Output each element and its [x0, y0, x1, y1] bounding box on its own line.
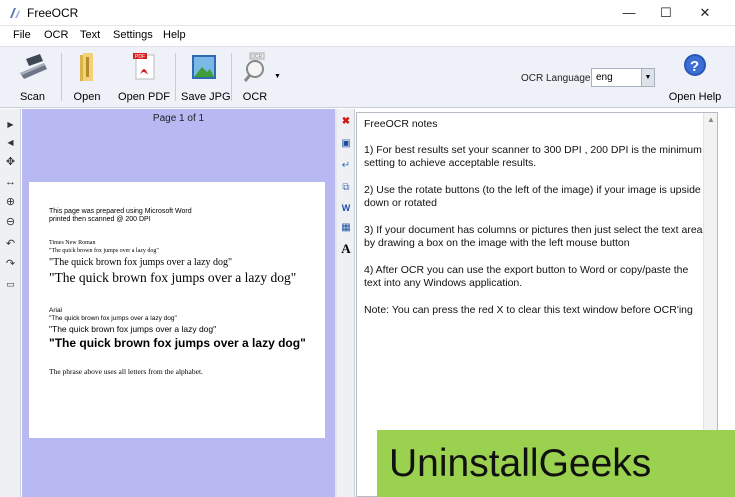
save-text-icon[interactable]: ▣ [339, 137, 353, 151]
doc-line: Arial [49, 307, 63, 314]
menu-ocr[interactable]: OCR [44, 29, 68, 41]
save-jpg-label: Save JPG [181, 91, 231, 103]
svg-text:?: ? [690, 58, 699, 75]
export-table-icon[interactable]: ▦ [339, 221, 353, 235]
menu-text[interactable]: Text [80, 29, 100, 41]
toolbar-divider [231, 53, 232, 101]
scroll-up-icon[interactable]: ▲ [704, 115, 718, 124]
menu-settings[interactable]: Settings [113, 29, 153, 41]
doc-line: "The quick brown fox jumps over a lazy d… [49, 315, 177, 322]
pdf-icon: PDF [133, 53, 155, 80]
select-area-icon[interactable]: ▭ [3, 277, 18, 292]
scanned-document[interactable]: This page was prepared using Microsoft W… [29, 182, 325, 438]
ocr-language-label: OCR Language: [521, 73, 594, 84]
toolbar: Scan Open PDF Open PDF Save JPG OCR OCR … [0, 46, 735, 108]
image-tools-panel: ▶ ◀ ✥ ↔ ⊕ ⊖ ↶ ↷ ▭ [0, 109, 21, 497]
ocr-language-select[interactable]: eng ▼ [591, 68, 655, 87]
open-pdf-button[interactable]: PDF Open PDF [118, 49, 170, 105]
help-icon: ? [684, 54, 706, 76]
open-label: Open [73, 91, 101, 103]
folder-icon [80, 53, 93, 81]
scan-button[interactable]: Scan [10, 49, 55, 105]
previous-page-icon[interactable]: ◀ [3, 135, 18, 150]
menu-bar: File OCR Text Settings Help [0, 26, 735, 46]
doc-line: Times New Roman [49, 240, 96, 246]
zoom-in-icon[interactable]: ⊕ [3, 195, 18, 210]
open-button[interactable]: Open [67, 49, 107, 105]
text-paragraph: Note: You can press the red X to clear t… [364, 304, 693, 316]
scanner-icon [19, 54, 47, 79]
page-label: Page 1 of 1 [152, 113, 205, 124]
ocr-label: OCR [242, 91, 268, 103]
next-page-icon[interactable]: ▶ [3, 117, 18, 132]
svg-text:PDF: PDF [135, 54, 145, 60]
image-pane[interactable]: Page 1 of 1 This page was prepared using… [22, 109, 335, 497]
minimize-button[interactable]: — [611, 0, 647, 26]
copy-icon[interactable]: ⧉ [339, 181, 353, 195]
text-paragraph: 4) After OCR you can use the export butt… [364, 264, 689, 289]
clear-text-icon[interactable]: ✖ [339, 115, 353, 129]
text-paragraph: 1) For best results set your scanner to … [364, 144, 702, 169]
ocr-language-value: eng [596, 72, 613, 83]
chevron-down-icon: ▼ [641, 69, 654, 86]
text-heading: FreeOCR notes [364, 118, 438, 130]
move-icon[interactable]: ✥ [3, 155, 18, 170]
fit-width-icon[interactable]: ↔ [3, 175, 18, 190]
insert-return-icon[interactable]: ↵ [339, 159, 353, 173]
close-button[interactable]: ✕ [687, 0, 723, 26]
ocr-magnifier-icon: OCR [243, 52, 265, 82]
doc-line: "The quick brown fox jumps over a lazy d… [49, 270, 297, 285]
doc-line: This page was prepared using Microsoft W… [49, 208, 192, 215]
toolbar-divider [61, 53, 62, 101]
menu-help[interactable]: Help [163, 29, 186, 41]
doc-line: "The quick brown fox jumps over a lazy d… [49, 336, 306, 350]
font-icon[interactable]: A [339, 242, 353, 256]
open-pdf-label: Open PDF [118, 91, 170, 103]
doc-line: "The quick brown fox jumps over a lazy d… [49, 257, 233, 268]
doc-line: The phrase above uses all letters from t… [49, 367, 203, 376]
title-bar: FreeOCR — ☐ ✕ [0, 0, 735, 26]
rotate-right-icon[interactable]: ↷ [3, 257, 18, 272]
maximize-button[interactable]: ☐ [648, 0, 684, 26]
doc-line: "The quick brown fox jumps over a lazy d… [49, 324, 217, 334]
freeocr-app-icon [10, 8, 20, 18]
ocr-dropdown-arrow-icon[interactable]: ▼ [274, 73, 281, 80]
text-tools-panel: ✖ ▣ ↵ ⧉ W ▦ A [337, 109, 355, 497]
toolbar-divider [175, 53, 176, 101]
svg-text:OCR: OCR [251, 54, 263, 60]
window-title: FreeOCR [27, 6, 79, 20]
export-word-icon[interactable]: W [339, 201, 353, 215]
open-help-button[interactable]: ? Open Help [666, 49, 724, 105]
save-jpg-button[interactable]: Save JPG [181, 49, 231, 105]
image-icon [192, 55, 216, 79]
doc-line: printed then scanned @ 200 DPI [49, 216, 151, 223]
text-paragraph: 3) If your document has columns or pictu… [364, 224, 703, 249]
rotate-left-icon[interactable]: ↶ [3, 237, 18, 252]
zoom-out-icon[interactable]: ⊖ [3, 215, 18, 230]
ocr-button[interactable]: OCR OCR [236, 49, 274, 105]
open-help-label: Open Help [668, 91, 722, 103]
watermark-banner: UninstallGeeks [377, 430, 735, 497]
text-paragraph: 2) Use the rotate buttons (to the left o… [364, 184, 701, 209]
scan-label: Scan [19, 91, 46, 103]
menu-file[interactable]: File [13, 29, 31, 41]
doc-line: "The quick brown fox jumps over a lazy d… [49, 248, 159, 254]
